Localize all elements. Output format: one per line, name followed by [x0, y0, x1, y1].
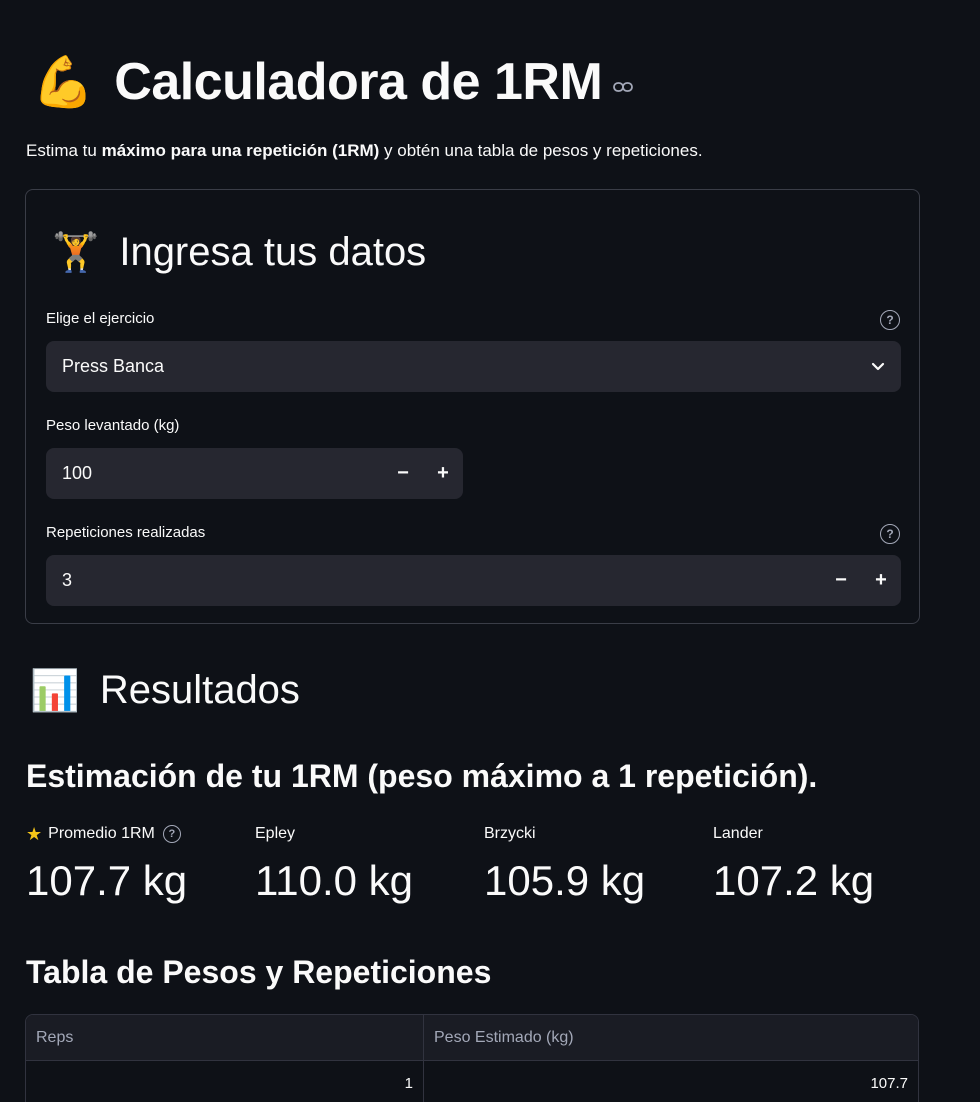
app-page: 💪 Calculadora de 1RM Estima tu máximo pa… — [0, 0, 980, 1102]
exercise-label: Elige el ejercicio — [46, 310, 155, 327]
chevron-down-icon — [871, 360, 885, 374]
subtitle-text-end: y obtén una tabla de pesos y repeticione… — [379, 141, 703, 160]
exercise-select[interactable]: Press Banca — [46, 341, 901, 392]
reps-decrement-button[interactable]: − — [821, 555, 861, 606]
metric-label: Epley — [255, 825, 296, 842]
metric-average: ★ Promedio 1RM ? 107.7 kg — [26, 823, 246, 905]
column-header-weight[interactable]: Peso Estimado (kg) — [424, 1015, 918, 1060]
exercise-select-value: Press Banca — [62, 356, 165, 376]
table-row: 1 107.7 — [26, 1061, 918, 1102]
anchor-link-icon[interactable] — [612, 76, 634, 98]
metric-label: Lander — [713, 825, 763, 842]
metric-label: Promedio 1RM — [48, 825, 155, 842]
reps-input-value: 3 — [62, 570, 73, 590]
metric-value: 107.7 kg — [26, 857, 188, 904]
star-icon: ★ — [26, 823, 43, 844]
metric-epley: Epley 110.0 kg — [255, 823, 475, 905]
flexed-biceps-icon: 💪 — [32, 54, 95, 110]
metric-average-label-row: ★ Promedio 1RM ? — [26, 823, 246, 845]
metric-label: Brzycki — [484, 825, 536, 842]
page-title-row: 💪 Calculadora de 1RM — [32, 50, 634, 114]
metric-lander: Lander 107.2 kg — [713, 823, 933, 905]
metric-value: 107.2 kg — [713, 857, 875, 904]
input-form-card: 🏋️ Ingresa tus datos Elige el ejercicio … — [25, 189, 920, 624]
weight-input-value: 100 — [62, 463, 93, 483]
subtitle-text: Estima tu — [26, 141, 102, 160]
form-title-row: 🏋️ Ingresa tus datos — [52, 230, 426, 275]
bar-chart-icon: 📊 — [30, 668, 80, 713]
metric-brzycki: Brzycki 105.9 kg — [484, 823, 704, 905]
table-heading: Tabla de Pesos y Repeticiones — [26, 954, 492, 990]
weight-decrement-button[interactable]: − — [383, 448, 423, 499]
weightlifter-icon: 🏋️ — [52, 231, 100, 274]
weight-input[interactable]: 100 − + — [46, 448, 463, 499]
results-title-row: 📊 Resultados — [30, 668, 300, 713]
column-header-reps[interactable]: Reps — [26, 1015, 424, 1060]
reps-label: Repeticiones realizadas — [46, 524, 206, 541]
table-cell-reps[interactable]: 1 — [26, 1061, 424, 1102]
results-title: Resultados — [99, 668, 300, 712]
page-subtitle: Estima tu máximo para una repetición (1R… — [26, 141, 703, 161]
exercise-help-icon[interactable]: ? — [880, 310, 900, 330]
reps-input[interactable]: 3 − + — [46, 555, 901, 606]
weight-increment-button[interactable]: + — [423, 448, 463, 499]
page-title: Calculadora de 1RM — [114, 53, 603, 111]
table-header-row: Reps Peso Estimado (kg) — [26, 1015, 918, 1061]
form-title: Ingresa tus datos — [119, 230, 427, 274]
subtitle-bold-text: máximo para una repetición (1RM) — [101, 141, 380, 160]
estimate-heading: Estimación de tu 1RM (peso máximo a 1 re… — [26, 758, 818, 794]
table-cell-weight[interactable]: 107.7 — [424, 1061, 918, 1102]
reps-help-icon[interactable]: ? — [880, 524, 900, 544]
reps-weights-table[interactable]: Reps Peso Estimado (kg) 1 107.7 — [25, 1014, 919, 1102]
metric-help-icon[interactable]: ? — [162, 825, 181, 843]
metric-value: 110.0 kg — [255, 857, 414, 904]
weight-label: Peso levantado (kg) — [46, 417, 180, 434]
reps-increment-button[interactable]: + — [861, 555, 901, 606]
metric-value: 105.9 kg — [484, 857, 646, 904]
